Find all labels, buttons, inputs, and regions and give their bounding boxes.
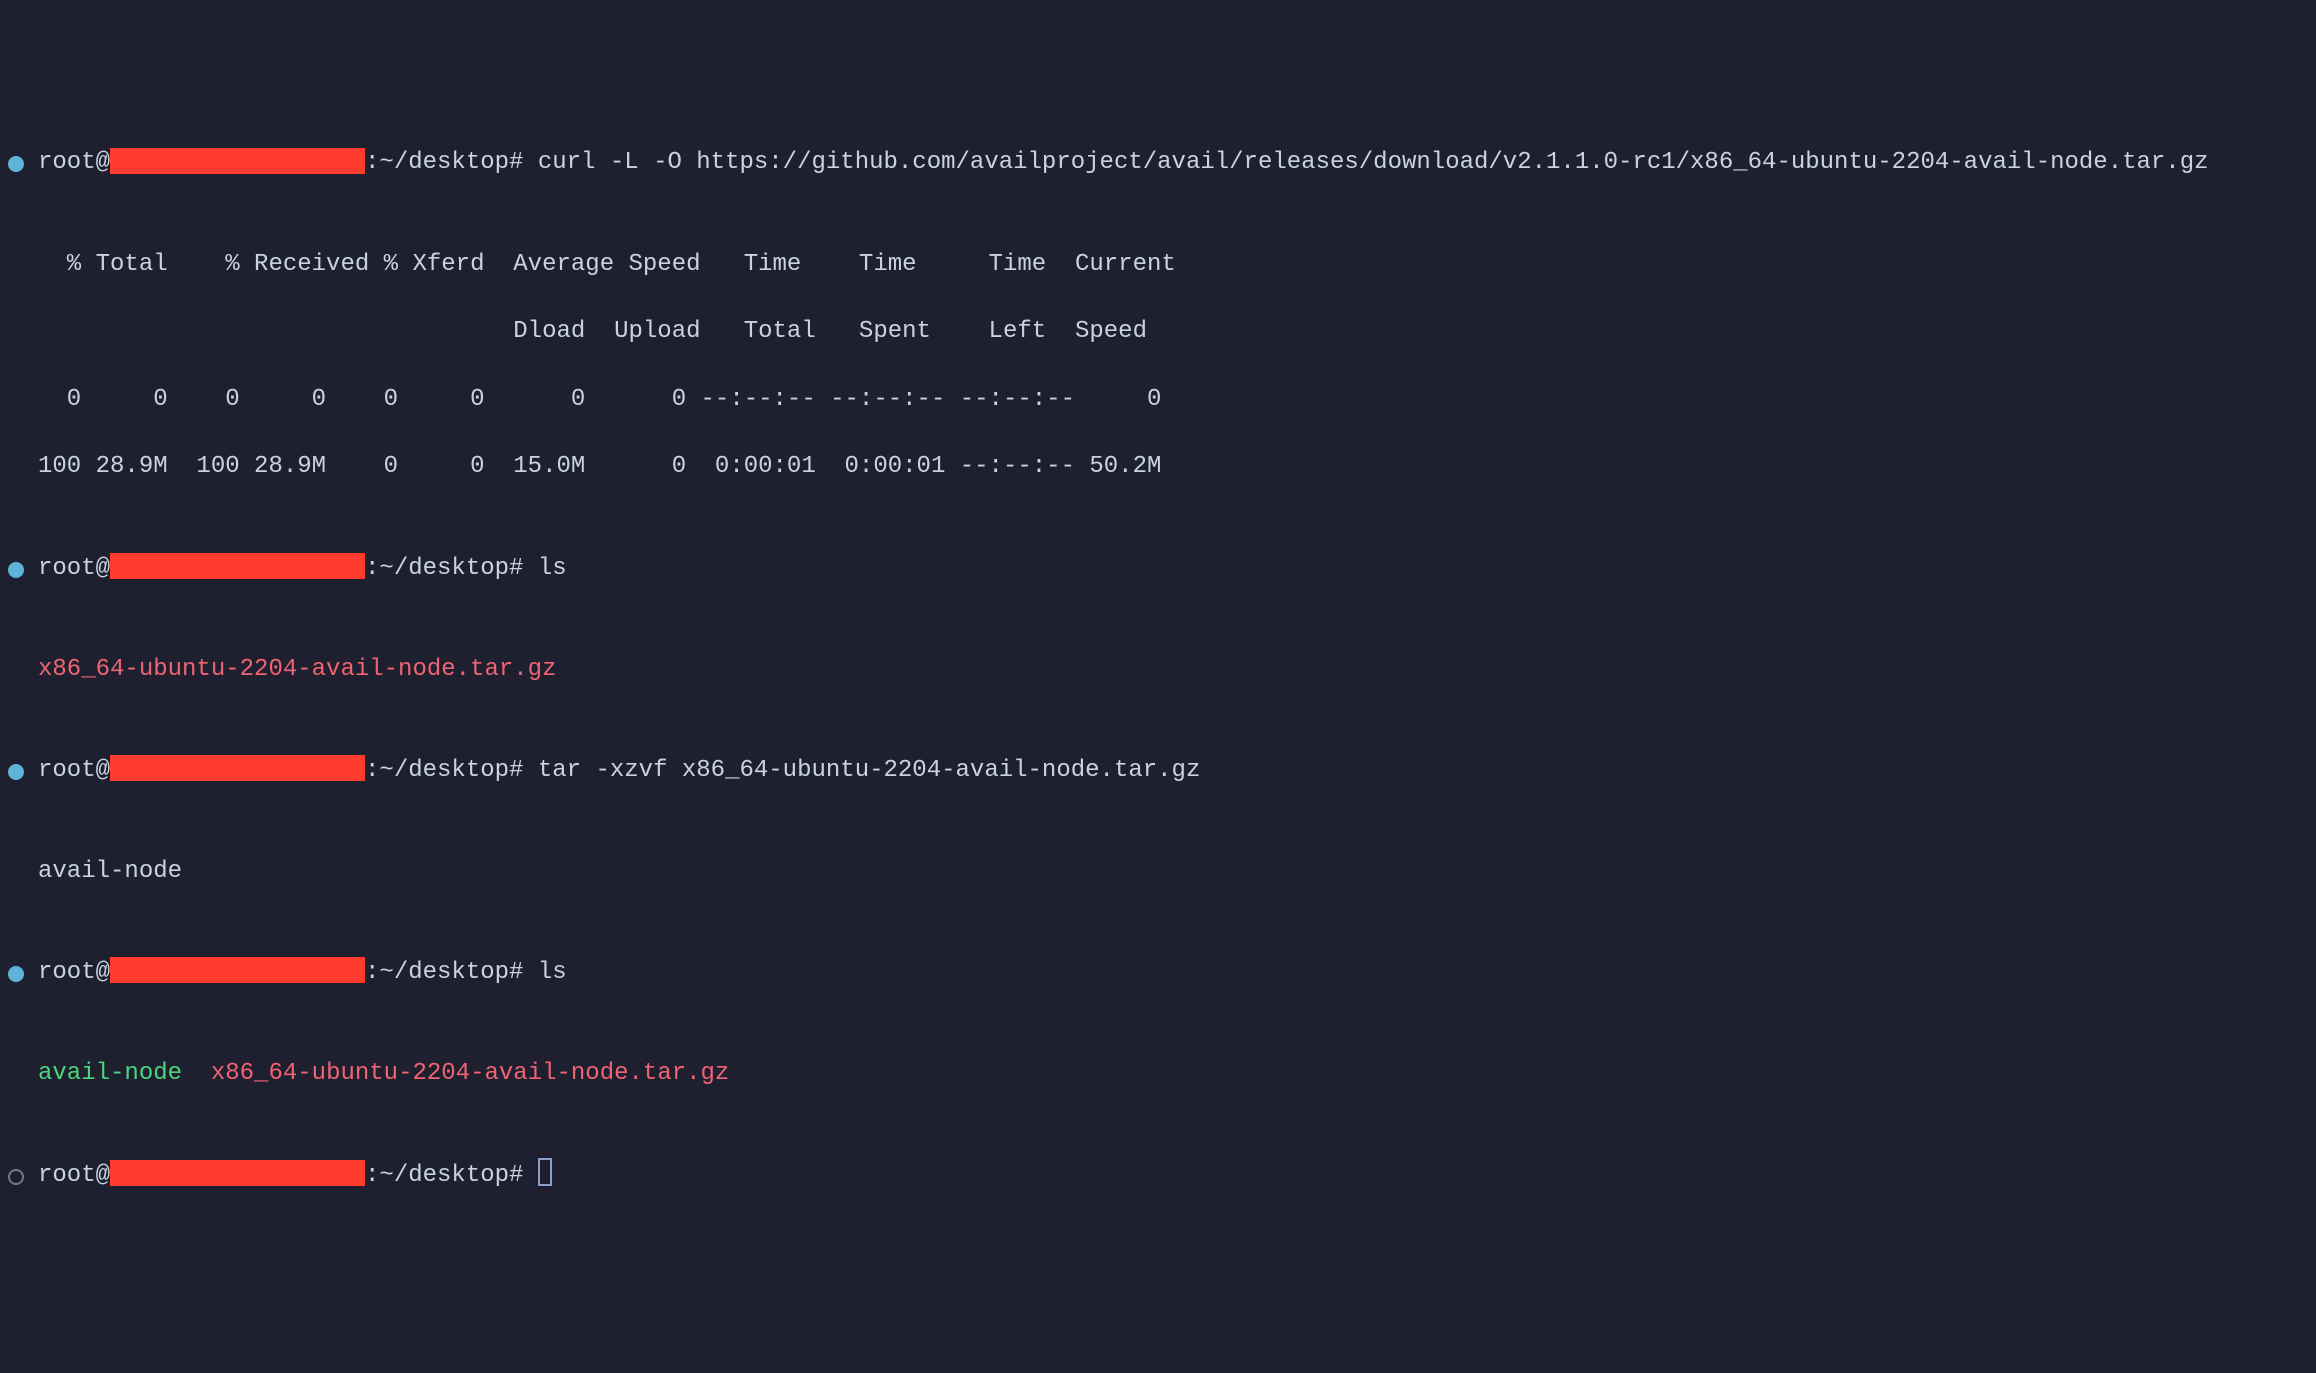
prompt-line-3: root@ :~/desktop# tar -xzvf x86_64-ubuntu… — [8, 754, 2308, 788]
bullet-icon — [8, 764, 24, 780]
ls-output-1: x86_64-ubuntu-2204-avail-node.tar.gz — [8, 653, 2308, 687]
prompt-path: :~/desktop# — [365, 959, 538, 986]
ls-output-content-1: x86_64-ubuntu-2204-avail-node.tar.gz — [38, 653, 2308, 687]
ls-output-content-2: avail-node x86_64-ubuntu-2204-avail-node… — [38, 1057, 2308, 1091]
redacted-host — [110, 1160, 365, 1186]
bullet-icon — [8, 966, 24, 982]
redacted-host — [110, 957, 365, 983]
command-ls-2: ls — [538, 959, 567, 986]
prompt-line-1: root@ :~/desktop# curl -L -O https://gith… — [8, 146, 2308, 180]
command-curl: curl -L -O https://github.com/availproje… — [538, 149, 2209, 176]
curl-output-line-1: % Total % Received % Xferd Average Speed… — [8, 248, 2308, 282]
curl-row-2: 100 28.9M 100 28.9M 0 0 15.0M 0 0:00:01 … — [38, 450, 2308, 484]
curl-header-1: % Total % Received % Xferd Average Speed… — [38, 248, 2308, 282]
tar-output-text: avail-node — [38, 855, 2308, 889]
prompt-line-5: root@ :~/desktop# — [8, 1159, 2308, 1193]
prompt-line-2: root@ :~/desktop# ls — [8, 552, 2308, 586]
prompt-content-2[interactable]: root@ :~/desktop# ls — [38, 552, 2308, 586]
file-tar-gz-2: x86_64-ubuntu-2204-avail-node.tar.gz — [211, 1060, 729, 1087]
prompt-content-5[interactable]: root@ :~/desktop# — [38, 1159, 2308, 1193]
cursor-icon — [538, 1158, 552, 1186]
prompt-user: root@ — [38, 149, 110, 176]
prompt-user: root@ — [38, 555, 110, 582]
curl-output-line-3: 0 0 0 0 0 0 0 0 --:--:-- --:--:-- --:--:… — [8, 383, 2308, 417]
file-spacer — [182, 1060, 211, 1087]
curl-row-1: 0 0 0 0 0 0 0 0 --:--:-- --:--:-- --:--:… — [38, 383, 2308, 417]
prompt-user: root@ — [38, 757, 110, 784]
command-ls: ls — [538, 555, 567, 582]
prompt-content-3[interactable]: root@ :~/desktop# tar -xzvf x86_64-ubuntu… — [38, 754, 2308, 788]
prompt-content-4[interactable]: root@ :~/desktop# ls — [38, 956, 2308, 990]
curl-output-line-4: 100 28.9M 100 28.9M 0 0 15.0M 0 0:00:01 … — [8, 450, 2308, 484]
prompt-content-1[interactable]: root@ :~/desktop# curl -L -O https://gith… — [38, 146, 2308, 180]
curl-output-line-2: Dload Upload Total Spent Left Speed — [8, 315, 2308, 349]
prompt-path: :~/desktop# — [365, 149, 538, 176]
tar-output: avail-node — [8, 855, 2308, 889]
curl-header-2: Dload Upload Total Spent Left Speed — [38, 315, 2308, 349]
prompt-path: :~/desktop# — [365, 555, 538, 582]
bullet-icon — [8, 156, 24, 172]
prompt-path: :~/desktop# — [365, 757, 538, 784]
redacted-host — [110, 755, 365, 781]
redacted-host — [110, 148, 365, 174]
ls-output-2: avail-node x86_64-ubuntu-2204-avail-node… — [8, 1057, 2308, 1091]
file-tar-gz: x86_64-ubuntu-2204-avail-node.tar.gz — [38, 656, 556, 683]
command-tar: tar -xzvf x86_64-ubuntu-2204-avail-node.… — [538, 757, 1201, 784]
bullet-empty-icon — [8, 1169, 24, 1185]
bullet-icon — [8, 562, 24, 578]
prompt-path: :~/desktop# — [365, 1162, 538, 1189]
redacted-host — [110, 553, 365, 579]
file-avail-node: avail-node — [38, 1060, 182, 1087]
prompt-user: root@ — [38, 959, 110, 986]
prompt-user: root@ — [38, 1162, 110, 1189]
prompt-line-4: root@ :~/desktop# ls — [8, 956, 2308, 990]
